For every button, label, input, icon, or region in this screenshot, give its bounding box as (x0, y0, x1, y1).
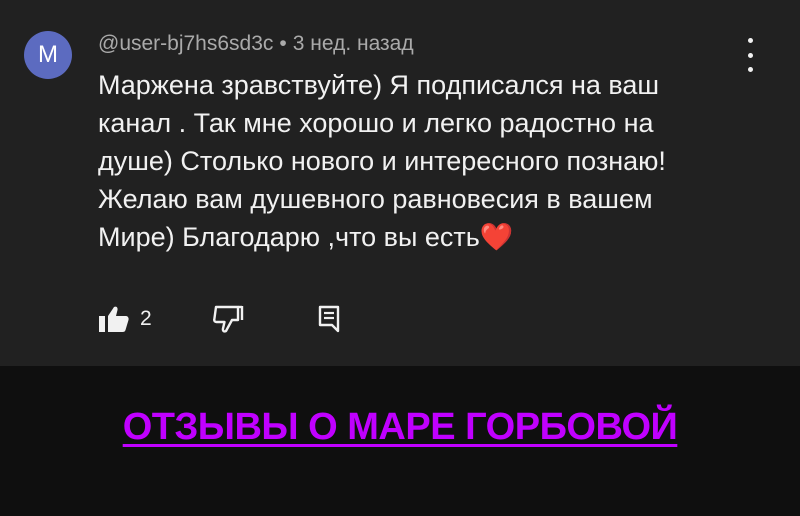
comment-line: Мире) Благодарю ,что вы есть (98, 222, 480, 252)
comment-line: Маржена зравствуйте) Я подписался на ваш (98, 70, 660, 100)
more-vertical-icon (747, 38, 753, 72)
comment-line: канал . Так мне хорошо и легко радостно … (98, 108, 654, 138)
comment-meta: @user-bj7hs6sd3c • 3 нед. назад (98, 32, 414, 56)
comment-line-last: Мире) Благодарю ,что вы есть❤️ (98, 218, 748, 256)
reply-comment-icon (318, 305, 340, 333)
reply-button[interactable] (317, 302, 343, 336)
dislike-button[interactable] (212, 302, 244, 336)
like-count: 2 (140, 307, 152, 330)
banner: ОТЗЫВЫ О МАРЕ ГОРБОВОЙ (0, 366, 800, 516)
like-button[interactable]: 2 (98, 302, 152, 336)
meta-separator: • (279, 32, 287, 55)
comment-text: Маржена зравствуйте) Я подписался на ваш… (98, 66, 748, 256)
comment-line: Желаю вам душевного равновесия в вашем (98, 184, 653, 214)
avatar-letter: M (38, 41, 58, 68)
comment-time[interactable]: 3 нед. назад (293, 32, 414, 55)
comment-line: душе) Столько нового и интересного позна… (98, 146, 666, 176)
comment-card: M @user-bj7hs6sd3c • 3 нед. назад Маржена … (0, 0, 800, 366)
comment-author[interactable]: @user-bj7hs6sd3c (98, 32, 273, 55)
comment-actions: 2 (0, 302, 800, 338)
avatar[interactable]: M (24, 31, 72, 79)
thumbs-down-outline-icon (213, 305, 244, 333)
heart-emoji: ❤️ (479, 222, 514, 252)
reviews-link[interactable]: ОТЗЫВЫ О МАРЕ ГОРБОВОЙ (0, 406, 800, 449)
thumbs-up-filled-icon (99, 306, 129, 332)
